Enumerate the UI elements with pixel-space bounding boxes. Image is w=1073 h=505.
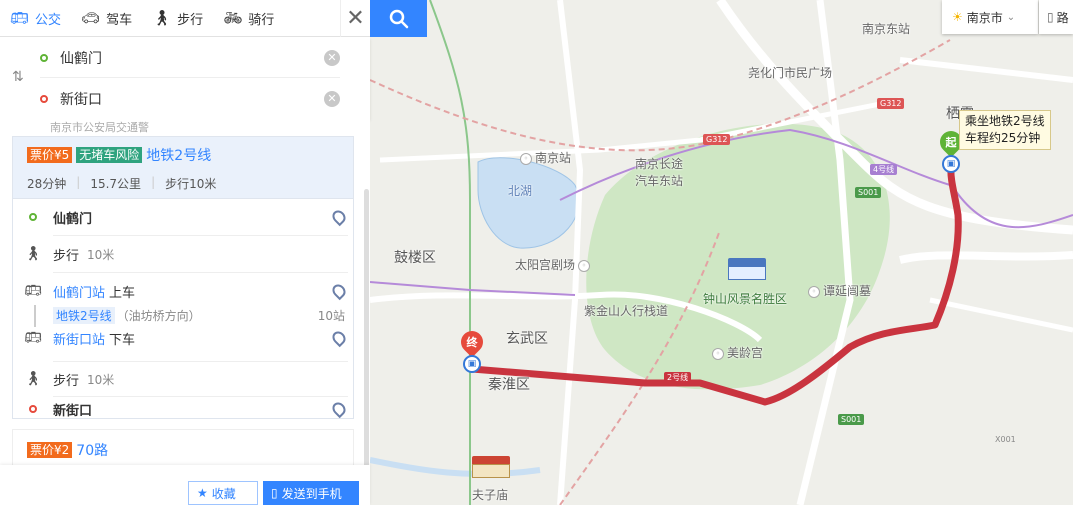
road-tag-line4: 4号线 <box>870 164 898 175</box>
location-icon[interactable] <box>329 207 349 227</box>
bus-icon: 🚌︎ <box>24 283 42 299</box>
road-tag-line2: 2号线 <box>664 372 692 383</box>
end-dot-icon <box>40 95 48 103</box>
map-label-nanjing-east: 南京东站 <box>862 22 911 36</box>
map-label-zijinshan: 紫金山人行栈道 <box>584 304 669 318</box>
walk-icon: 🚶︎ <box>24 246 42 262</box>
start-input[interactable]: 仙鹤门 ✕ <box>40 40 340 76</box>
tab-drive[interactable]: 🚗︎ 驾车 <box>71 0 142 37</box>
city-selector[interactable]: ☀ 南京市 ⌄ <box>942 0 1038 34</box>
end-dot-icon <box>29 405 37 413</box>
tab-walk[interactable]: 🚶︎ 步行 <box>142 0 213 37</box>
map-label-taiyanggong: 太阳宫剧场 ◦ <box>515 256 593 273</box>
map-label-tanyan: ◦ 谭延闿墓 <box>808 282 871 299</box>
send-to-phone-button[interactable]: ▯ 发送到手机 <box>263 481 359 505</box>
road-tag-s001: S001 <box>838 414 865 425</box>
plan-line-name: 70路 <box>76 442 109 459</box>
walk-icon: 🚶︎ <box>24 371 42 387</box>
fare-badge: 票价¥5 <box>27 147 73 163</box>
map-label-yaohua: 尧化门市民广场 <box>748 66 833 80</box>
close-icon: ✕ <box>346 5 365 31</box>
swap-icon[interactable]: ⇅ <box>12 69 24 85</box>
poi-icon: ◦ <box>712 347 724 360</box>
map-label-fuzimiao: 夫子庙 <box>472 488 509 502</box>
car-icon: 🚗︎ <box>81 9 101 27</box>
city-name: 南京市 <box>966 10 1003 25</box>
close-button[interactable]: ✕ <box>340 0 370 37</box>
safety-badge: 无堵车风险 <box>76 147 143 163</box>
road-tag-g312: G312 <box>877 98 905 109</box>
scrollbar[interactable] <box>364 189 369 489</box>
end-input[interactable]: 新街口 ✕ <box>40 81 340 117</box>
location-icon[interactable] <box>329 281 349 301</box>
step-start[interactable]: 仙鹤门 <box>13 199 353 235</box>
peek-text: 南京市公安局交通警 <box>50 121 149 134</box>
step-end[interactable]: 新街口 <box>13 396 353 422</box>
poi-icon: ◦ <box>808 285 820 298</box>
weather-sun-icon: ☀ <box>952 10 963 24</box>
phone-icon: ▯ <box>271 486 278 500</box>
map-label-beihu: 北湖 <box>508 184 533 198</box>
step-walk-2: 🚶︎ 步行 10米 <box>13 362 353 396</box>
map-label-qinhuai: 秦淮区 <box>488 377 530 393</box>
plan-card-2[interactable]: 票价¥2 70路 <box>12 429 354 469</box>
start-dot-icon <box>29 213 37 221</box>
traffic-light-icon: ▯ <box>1047 10 1054 24</box>
clear-end-icon[interactable]: ✕ <box>324 91 340 107</box>
map-label-nanjing-station: ◦ 南京站 <box>520 149 571 166</box>
map-label-xuanwu: 玄武区 <box>506 331 548 347</box>
chevron-down-icon: ⌄ <box>1006 11 1016 23</box>
theater-icon: ◦ <box>578 259 591 272</box>
road-tag-g312: G312 <box>703 134 731 145</box>
plan-header[interactable]: 票价¥5 无堵车风险 地铁2号线 28分钟 | 15.7公里 | 步行10米 <box>13 137 353 199</box>
favorite-button[interactable]: ★ 收藏 <box>188 481 258 505</box>
footer-bar: ★ 收藏 ▯ 发送到手机 <box>0 465 370 505</box>
bus-stop-icon: ▣ <box>463 355 481 373</box>
clear-start-icon[interactable]: ✕ <box>324 50 340 66</box>
road-tag-s001: S001 <box>855 187 882 198</box>
road-condition-button[interactable]: ▯ 路 <box>1039 0 1073 34</box>
tab-transit[interactable]: 🚌︎ 公交 <box>0 0 71 37</box>
fare-badge: 票价¥2 <box>27 441 73 458</box>
plan-duration: 28分钟 <box>27 177 67 191</box>
plan-line-name: 地铁2号线 <box>146 148 212 164</box>
location-icon[interactable] <box>329 328 349 348</box>
line-chip[interactable]: 地铁2号线 <box>53 306 115 324</box>
bus-stop-icon: ▣ <box>942 155 960 173</box>
plan-distance: 15.7公里 <box>90 177 142 191</box>
route-tooltip: 乘坐地铁2号线 车程约25分钟 <box>959 110 1051 150</box>
map-label-zhongshan: 钟山风景名胜区 <box>703 292 788 306</box>
plan-walk: 步行10米 <box>165 177 217 191</box>
map-label-bus-station-2: 汽车东站 <box>635 174 684 188</box>
search-button[interactable] <box>370 0 427 37</box>
station-icon: ◦ <box>520 152 532 165</box>
plan-card-1[interactable]: 票价¥5 无堵车风险 地铁2号线 28分钟 | 15.7公里 | 步行10米 仙… <box>12 136 354 419</box>
map-label-bus-station-1: 南京长途 <box>635 157 684 171</box>
line-info: 地铁2号线 （油坊桥方向） 10站 <box>13 305 353 325</box>
bus-icon: 🚌︎ <box>10 9 30 27</box>
travel-mode-bar: 🚌︎ 公交 🚗︎ 驾车 🚶︎ 步行 🚲︎ 骑行 ✕ <box>0 0 370 37</box>
search-icon <box>389 9 408 28</box>
fuzimiao-landmark-icon <box>472 456 510 482</box>
start-dot-icon <box>40 54 48 62</box>
divider <box>40 77 340 78</box>
stop-count: 10站 <box>317 308 345 323</box>
walk-icon: 🚶︎ <box>152 9 172 27</box>
map-label-gulou: 鼓楼区 <box>394 250 436 266</box>
step-board[interactable]: 🚌︎ 仙鹤门站 上车 <box>13 273 353 309</box>
step-walk-1: 🚶︎ 步行 10米 <box>13 236 353 272</box>
star-icon: ★ <box>197 486 208 500</box>
route-inputs: ⇅ 仙鹤门 ✕ 新街口 ✕ <box>0 37 370 119</box>
bike-icon: 🚲︎ <box>223 9 243 27</box>
road-tag-x001: X001 <box>995 435 1016 444</box>
zhongshan-landmark-icon <box>728 258 766 284</box>
end-marker[interactable]: 终 ▣ <box>456 326 488 373</box>
step-alight[interactable]: 🚌︎ 新街口站 下车 <box>13 325 353 351</box>
location-icon[interactable] <box>329 399 349 419</box>
bus-icon: 🚌︎ <box>24 330 42 346</box>
results-panel: 南京市公安局交通警 票价¥5 无堵车风险 地铁2号线 28分钟 | 15.7公里… <box>0 119 370 505</box>
tab-bike[interactable]: 🚲︎ 骑行 <box>213 0 284 37</box>
map-label-meiling: ◦ 美龄宫 <box>712 344 763 361</box>
